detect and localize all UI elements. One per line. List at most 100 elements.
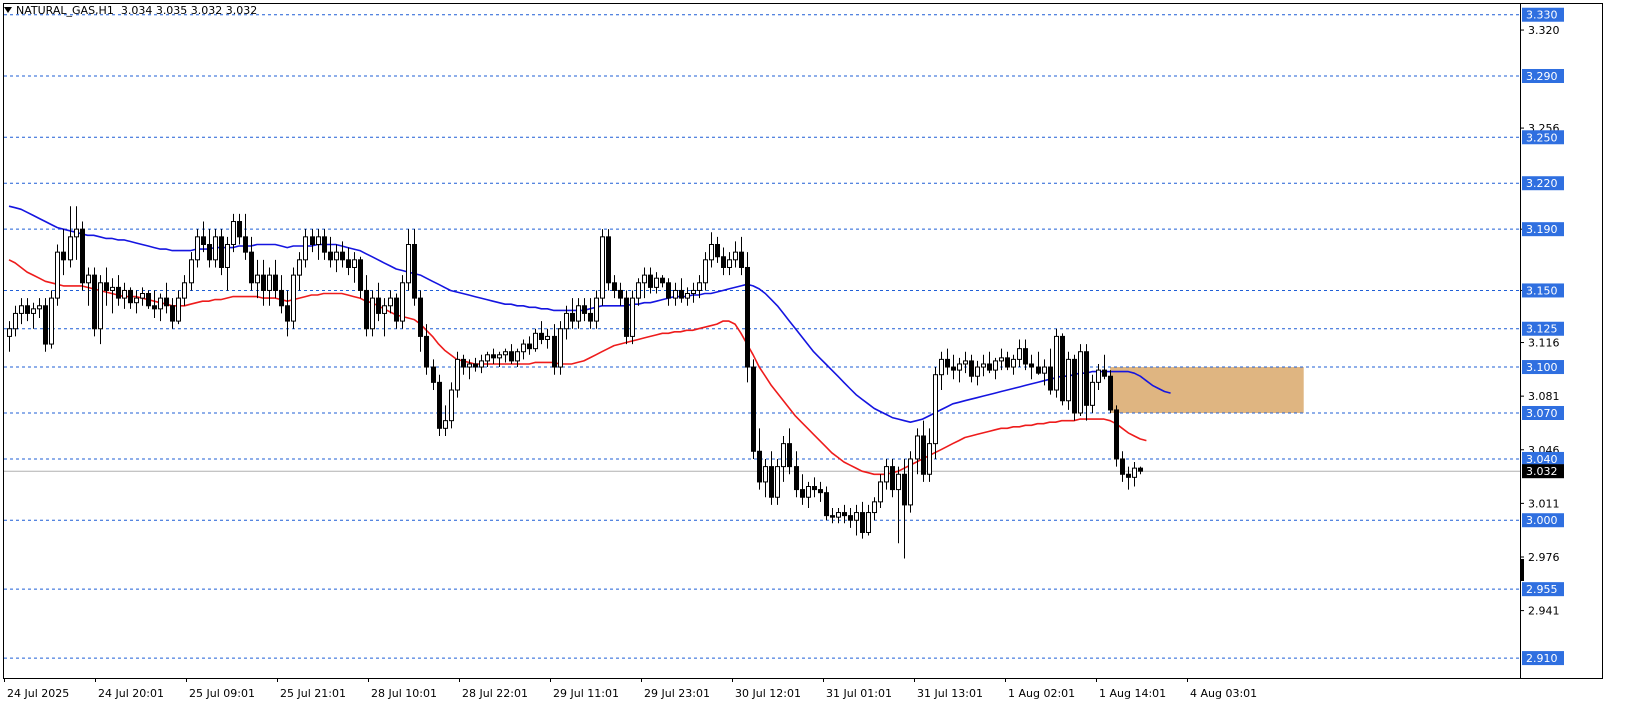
- candle: [443, 405, 448, 436]
- candle-body-down: [164, 297, 169, 307]
- candle-body-down: [80, 228, 85, 284]
- candle-body-up: [933, 374, 938, 445]
- candle: [1066, 351, 1071, 410]
- candle-body-up: [267, 274, 272, 291]
- candle-body-up: [400, 282, 405, 322]
- candle-body-up: [303, 236, 308, 261]
- candle-body-down: [721, 256, 726, 268]
- candle: [285, 290, 290, 337]
- candle-body-down: [25, 305, 30, 314]
- candle-body-up: [697, 282, 702, 291]
- candle: [1114, 405, 1119, 467]
- candle: [951, 354, 956, 380]
- candle: [975, 360, 980, 386]
- candle: [400, 275, 405, 329]
- candle: [721, 247, 726, 276]
- candle: [37, 298, 42, 319]
- candle: [291, 267, 296, 329]
- candle-body-down: [666, 282, 671, 299]
- price-tick-label: 2.976: [1528, 551, 1560, 564]
- candle: [509, 344, 514, 364]
- candle-body-down: [61, 251, 66, 261]
- candle: [352, 252, 357, 283]
- candle-body-down: [848, 515, 853, 521]
- candle: [884, 458, 889, 490]
- time-tick-label: 31 Jul 13:01: [917, 687, 983, 700]
- zone-rect: [1110, 367, 1304, 413]
- candle-body-up: [7, 328, 12, 337]
- candle: [927, 428, 932, 482]
- candle-body-up: [55, 251, 60, 299]
- candle: [854, 504, 859, 536]
- candle-body-up: [927, 443, 932, 475]
- candle: [412, 229, 417, 306]
- price-chart[interactable]: 3.3203.2563.1903.1503.1163.0813.0463.011…: [0, 0, 1651, 706]
- candle-body-down: [1029, 363, 1034, 368]
- candle: [122, 282, 127, 309]
- candle-body-up: [1017, 348, 1022, 360]
- candle-body-up: [1042, 366, 1047, 374]
- current-price-label: 3.032: [1526, 465, 1558, 478]
- candle-body-down: [648, 274, 653, 288]
- candle-body-up: [297, 259, 302, 276]
- candle-body-up: [703, 259, 708, 284]
- candle: [757, 428, 762, 490]
- candle: [176, 290, 181, 325]
- candle: [189, 252, 194, 291]
- candle-body-up: [594, 297, 599, 322]
- candle-body-up: [382, 305, 387, 314]
- candle: [1072, 354, 1077, 421]
- candle-body-down: [794, 466, 799, 491]
- candle-body-down: [1120, 458, 1125, 475]
- candle-body-down: [237, 221, 242, 238]
- candle-body-down: [612, 282, 617, 291]
- candle-body-down: [92, 274, 97, 330]
- candle: [491, 348, 496, 364]
- candle-body-up: [533, 332, 538, 350]
- candle-body-down: [1084, 351, 1089, 406]
- candle-body-down: [412, 243, 417, 299]
- candle-body-up: [13, 312, 18, 330]
- candle-body-up: [1054, 335, 1059, 391]
- candle-body-down: [358, 259, 363, 291]
- candle-body-up: [176, 297, 181, 322]
- candle-body-up: [957, 363, 962, 371]
- candle: [98, 275, 103, 345]
- candle: [630, 290, 635, 345]
- candle-body-up: [564, 312, 569, 330]
- candle-body-down: [987, 363, 992, 371]
- level-label: 3.330: [1526, 9, 1558, 22]
- level-label: 3.290: [1526, 70, 1558, 83]
- candle-body-up: [388, 297, 393, 307]
- candle-body-down: [860, 512, 865, 533]
- candle-body-down: [757, 450, 762, 483]
- candle: [588, 298, 593, 329]
- candle-body-up: [122, 289, 127, 299]
- candle-body-up: [86, 274, 91, 284]
- candle: [806, 481, 811, 508]
- level-label: 3.000: [1526, 514, 1558, 527]
- level-label: 2.955: [1526, 583, 1558, 596]
- candle-body-up: [485, 354, 490, 362]
- candle: [128, 287, 133, 309]
- candle-body-up: [225, 243, 230, 268]
- candle-body-up: [576, 305, 581, 322]
- candle-body-down: [539, 332, 544, 340]
- candle: [642, 267, 647, 299]
- candle-body-down: [824, 492, 829, 517]
- candle: [1138, 466, 1143, 475]
- candle: [1084, 344, 1089, 421]
- candle: [1023, 339, 1028, 371]
- candle: [660, 275, 665, 288]
- candle-body-up: [449, 389, 454, 422]
- candle-body-down: [902, 473, 907, 506]
- candle-body-down: [570, 312, 575, 322]
- candle: [479, 354, 484, 374]
- level-label: 3.125: [1526, 323, 1558, 336]
- candle: [310, 229, 315, 253]
- candle-body-down: [1102, 369, 1107, 377]
- candle-body-down: [800, 489, 805, 498]
- candle-body-up: [806, 486, 811, 498]
- candle: [915, 428, 920, 475]
- time-tick-label: 28 Jul 22:01: [462, 687, 528, 700]
